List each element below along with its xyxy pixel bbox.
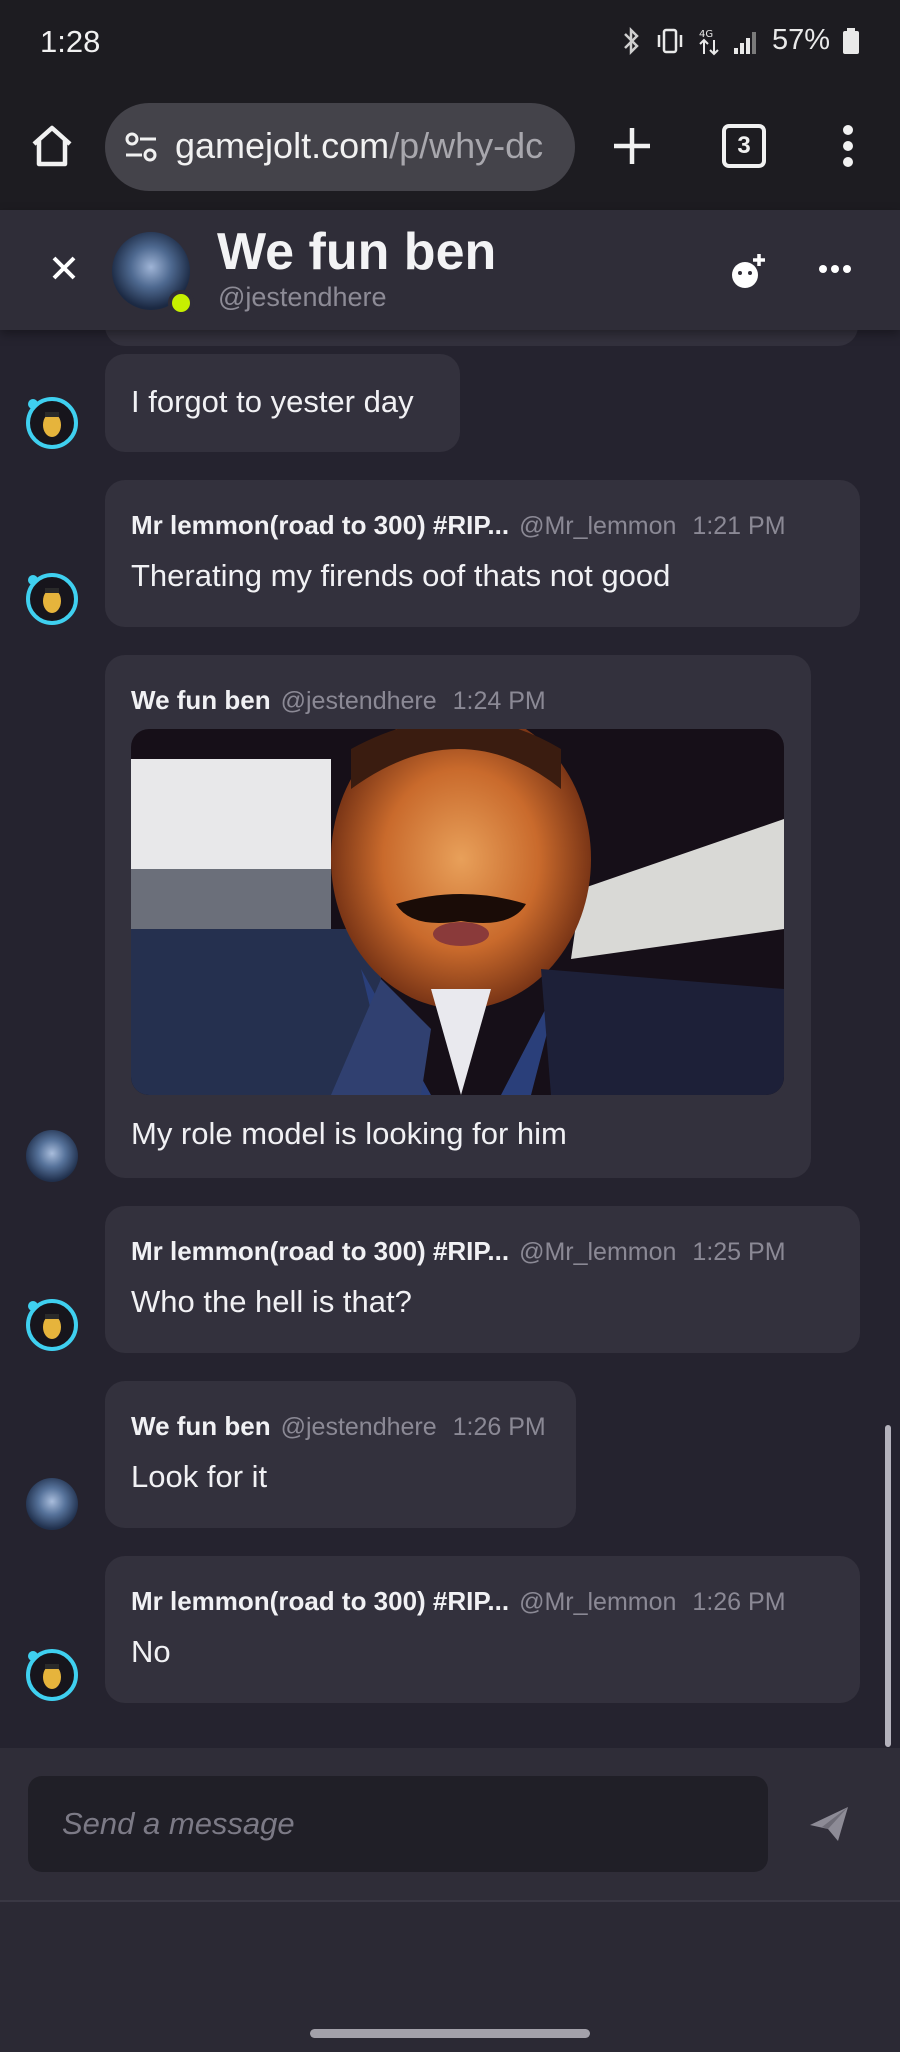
message-bubble: Mr lemmon(road to 300) #RIP... @Mr_lemmon…	[105, 1556, 860, 1703]
message-bubble: Mr lemmon(road to 300) #RIP... @Mr_lemmon…	[105, 1206, 860, 1353]
url-path: /p/why-dc	[389, 125, 544, 166]
avatar[interactable]	[25, 396, 79, 450]
message-bubble: We fun ben @jestendhere 1:24 PM My role …	[105, 655, 811, 1178]
message-time: 1:21 PM	[692, 512, 786, 540]
home-icon[interactable]	[28, 122, 76, 170]
message-time: 1:26 PM	[452, 1413, 546, 1441]
avatar[interactable]	[26, 1478, 78, 1530]
sender-name[interactable]: Mr lemmon(road to 300) #RIP...	[131, 510, 509, 540]
bluetooth-icon	[624, 26, 639, 55]
message-text: My role model is looking for him	[131, 1116, 567, 1151]
more-vert-icon[interactable]	[842, 122, 854, 170]
plus-icon[interactable]	[608, 122, 656, 170]
sender-name[interactable]: Mr lemmon(road to 300) #RIP...	[131, 1586, 509, 1616]
message-list[interactable]: I forgot to yester day Mr lemmon(road to…	[0, 330, 900, 1748]
sender-handle[interactable]: @Mr_lemmon	[519, 1588, 676, 1616]
site-settings-icon[interactable]	[123, 129, 159, 165]
close-icon[interactable]	[48, 252, 80, 284]
avatar[interactable]	[25, 1648, 79, 1702]
home-indicator[interactable]	[310, 2029, 590, 2038]
tab-switcher-button[interactable]: 3	[722, 124, 766, 168]
page-title: We fun ben	[217, 223, 497, 281]
message-image[interactable]	[131, 729, 784, 1095]
avatar[interactable]	[25, 1298, 79, 1352]
more-horiz-icon[interactable]	[818, 264, 852, 274]
add-friend-icon[interactable]	[728, 250, 770, 292]
message-meta: Mr lemmon(road to 300) #RIP... @Mr_lemmon…	[131, 1586, 786, 1617]
message-input-placeholder: Send a message	[62, 1806, 295, 1841]
online-status-dot	[168, 290, 194, 316]
status-icons: 4G 57%	[622, 24, 860, 57]
url-text[interactable]: gamejolt.com/p/why-dc	[175, 125, 565, 167]
vibrate-icon	[657, 28, 683, 53]
sender-name[interactable]: We fun ben	[131, 685, 271, 715]
message-bubble: We fun ben @jestendhere 1:26 PM Look for i…	[105, 1381, 576, 1528]
status-time: 1:28	[40, 24, 101, 59]
sender-name[interactable]: Mr lemmon(road to 300) #RIP...	[131, 1236, 509, 1266]
message-bubble: I forgot to yester day	[105, 354, 460, 452]
message-meta: Mr lemmon(road to 300) #RIP... @Mr_lemmon…	[131, 510, 786, 541]
message-meta: We fun ben @jestendhere 1:24 PM	[131, 685, 546, 716]
data-arrows-icon: 4G	[699, 29, 719, 55]
message-time: 1:24 PM	[452, 687, 546, 715]
message-time: 1:26 PM	[692, 1588, 786, 1616]
sender-handle[interactable]: @Mr_lemmon	[519, 1238, 676, 1266]
battery-percent: 57%	[771, 24, 830, 56]
sender-handle[interactable]: @jestendhere	[281, 1413, 437, 1441]
sender-name[interactable]: We fun ben	[131, 1411, 271, 1441]
sender-handle[interactable]: @Mr_lemmon	[519, 512, 676, 540]
message-text: Who the hell is that?	[131, 1284, 412, 1319]
status-bar: 1:28 4G 57%	[0, 0, 900, 88]
svg-text:4G: 4G	[699, 29, 713, 40]
message-meta: Mr lemmon(road to 300) #RIP... @Mr_lemmon…	[131, 1236, 786, 1267]
url-host: gamejolt.com	[175, 125, 390, 166]
message-composer: Send a message	[0, 1748, 900, 1900]
avatar[interactable]	[26, 1130, 78, 1182]
avatar[interactable]	[25, 572, 79, 626]
message-time: 1:25 PM	[692, 1238, 786, 1266]
message-bubble-partial	[105, 330, 858, 346]
battery-icon	[843, 27, 859, 54]
message-text: I forgot to yester day	[131, 384, 414, 419]
scrollbar[interactable]	[885, 1425, 891, 1747]
chat-header: We fun ben @jestendhere	[0, 210, 900, 330]
address-bar[interactable]: gamejolt.com/p/why-dc	[105, 103, 575, 191]
browser-toolbar: gamejolt.com/p/why-dc 3	[0, 88, 900, 210]
message-text: No	[131, 1634, 171, 1669]
message-text: Therating my firends oof thats not good	[131, 558, 671, 593]
signal-icon	[733, 31, 756, 54]
message-meta: We fun ben @jestendhere 1:26 PM	[131, 1411, 546, 1442]
header-handle: @jestendhere	[218, 282, 387, 312]
message-text: Look for it	[131, 1459, 268, 1494]
message-input[interactable]: Send a message	[28, 1776, 768, 1872]
send-icon[interactable]	[808, 1803, 852, 1843]
message-bubble: Mr lemmon(road to 300) #RIP... @Mr_lemmon…	[105, 480, 860, 627]
sender-handle[interactable]: @jestendhere	[281, 687, 437, 715]
